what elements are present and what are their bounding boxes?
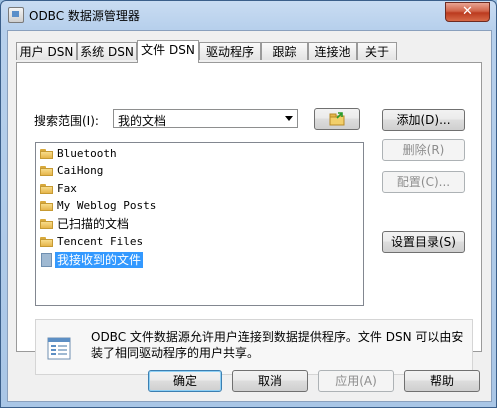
folder-icon	[40, 149, 53, 159]
folder-icon	[40, 237, 53, 247]
dialog-client: 用户 DSN 系统 DSN 文件 DSN 驱动程序 跟踪 连接池 关于 搜索范围…	[7, 30, 492, 402]
help-button[interactable]: 帮助	[404, 370, 480, 392]
list-item-label: My Weblog Posts	[57, 199, 157, 212]
window-title: ODBC 数据源管理器	[29, 9, 140, 23]
search-in-label: 搜索范围(I):	[34, 114, 99, 128]
app-icon	[8, 7, 24, 23]
apply-button[interactable]: 应用(A)	[318, 370, 394, 392]
list-item-label: 我接收到的文件	[55, 252, 144, 268]
folder-icon	[40, 201, 53, 211]
up-folder-button[interactable]	[314, 108, 360, 130]
ok-button[interactable]: 确定	[148, 370, 222, 392]
folder-icon	[40, 184, 53, 194]
tab-user-dsn[interactable]: 用户 DSN	[16, 42, 77, 60]
tab-tracing[interactable]: 跟踪	[261, 42, 308, 60]
folder-up-icon	[329, 112, 345, 126]
list-item-label: 已扫描的文档	[57, 217, 130, 231]
remove-button[interactable]: 删除(R)	[382, 139, 465, 161]
cancel-button[interactable]: 取消	[232, 370, 308, 392]
close-button[interactable]: ✕	[445, 2, 490, 22]
document-icon	[47, 337, 71, 360]
tab-connection-pooling[interactable]: 连接池	[308, 42, 357, 60]
odbc-window: ODBC 数据源管理器 ✕ 用户 DSN 系统 DSN 文件 DSN 驱动程序 …	[0, 0, 497, 408]
folder-icon	[40, 219, 53, 229]
file-dsn-panel: 搜索范围(I): 我的文档 Bluetooth CaiHong Fax My W…	[16, 62, 482, 375]
file-list[interactable]: Bluetooth CaiHong Fax My Weblog Posts 已扫…	[35, 142, 364, 306]
info-box: ODBC 文件数据源允许用户连接到数据提供程序。文件 DSN 可以由安装了相同驱…	[35, 319, 473, 375]
list-item-label: Fax	[57, 182, 77, 195]
add-button[interactable]: 添加(D)...	[382, 109, 465, 131]
tab-file-dsn[interactable]: 文件 DSN	[137, 40, 199, 63]
tab-system-dsn[interactable]: 系统 DSN	[77, 42, 137, 60]
chevron-down-icon[interactable]	[285, 116, 293, 121]
list-item-label: CaiHong	[57, 164, 104, 177]
file-icon	[41, 253, 52, 267]
title-bar[interactable]: ODBC 数据源管理器 ✕	[1, 1, 496, 29]
search-in-value: 我的文档	[118, 114, 167, 128]
set-directory-button[interactable]: 设置目录(S)	[382, 231, 465, 253]
list-item-label: Bluetooth	[57, 147, 117, 160]
tab-drivers[interactable]: 驱动程序	[199, 42, 261, 60]
search-in-combo[interactable]: 我的文档	[113, 109, 298, 128]
tab-about[interactable]: 关于	[357, 42, 397, 60]
configure-button[interactable]: 配置(C)...	[382, 171, 465, 193]
folder-icon	[40, 166, 53, 176]
list-item-label: Tencent Files	[57, 235, 144, 248]
info-text: ODBC 文件数据源允许用户连接到数据提供程序。文件 DSN 可以由安装了相同驱…	[91, 330, 464, 360]
